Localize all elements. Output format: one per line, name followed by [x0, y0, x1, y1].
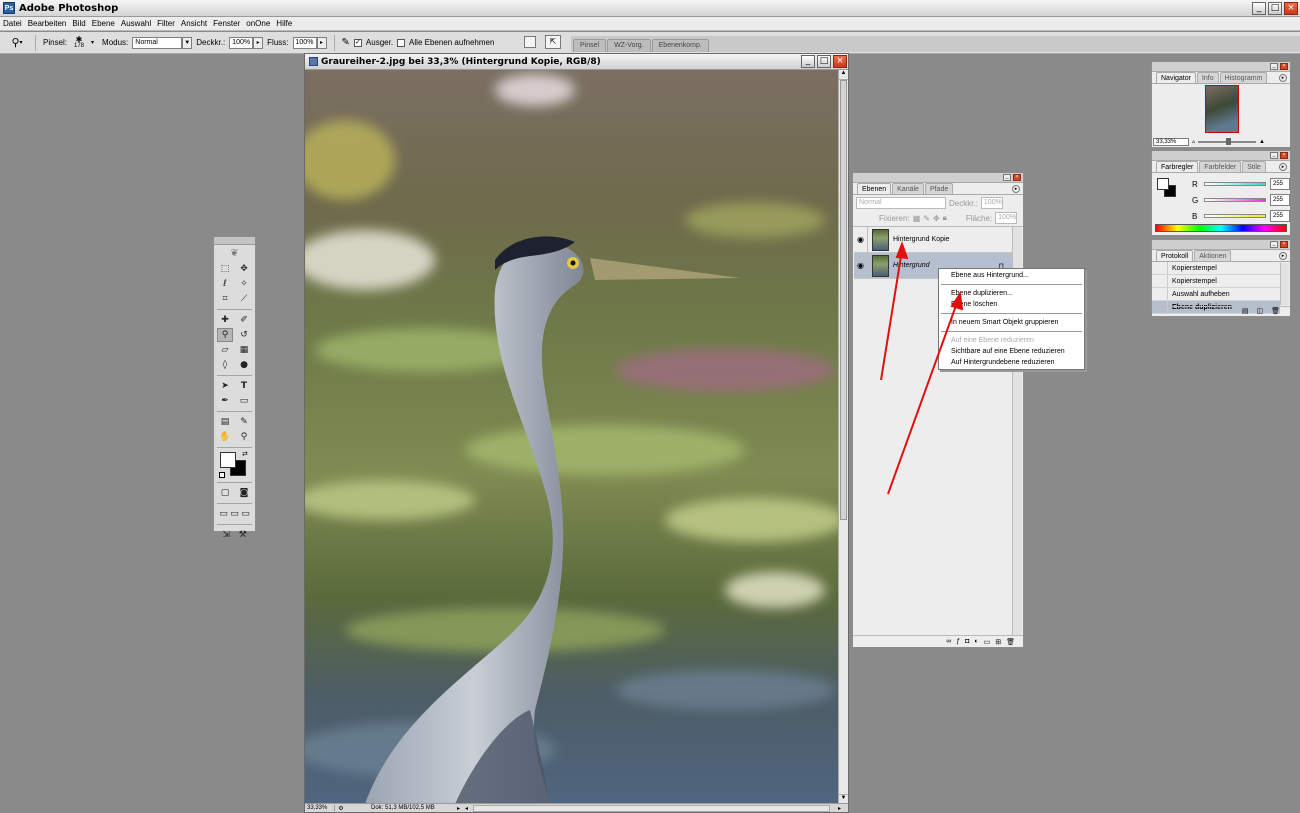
panel-close-button[interactable]: ×	[1280, 152, 1288, 159]
history-panel: _ × Protokoll Aktionen ▸ Kopierstempel K…	[1151, 239, 1291, 317]
stamp-icon	[1152, 262, 1168, 274]
slider-track-g[interactable]	[1204, 198, 1266, 202]
stamp-icon	[1152, 275, 1168, 287]
panel-menu-icon[interactable]: ▸	[1279, 163, 1287, 171]
panel-menu-icon[interactable]: ▸	[1279, 252, 1287, 260]
color-sliders: R 255 G 255 B 255	[1192, 176, 1290, 224]
panel-minimize-button[interactable]: _	[1270, 241, 1278, 248]
panel-menu-icon[interactable]: ▸	[1279, 74, 1287, 82]
panel-minimize-button[interactable]: _	[1270, 152, 1278, 159]
color-panel: _ × Farbregler Farbfelder Stile ▸ R 255 …	[1151, 150, 1291, 236]
history-item-label: Kopierstempel	[1172, 264, 1217, 272]
channel-label-r: R	[1192, 179, 1198, 189]
slider-track-b[interactable]	[1204, 214, 1266, 218]
navigator-zoom-slider-thumb[interactable]	[1226, 137, 1232, 145]
history-item[interactable]: Kopierstempel	[1152, 262, 1280, 275]
navigator-panel: _ × Navigator Info Histogramm ▸ 33,33% ▵…	[1151, 61, 1291, 148]
zoom-in-icon[interactable]: ▲	[1259, 139, 1265, 145]
panel-close-button[interactable]: ×	[1280, 63, 1288, 70]
delete-state-icon[interactable]: 🗑︎	[1271, 307, 1280, 316]
navigator-panel-tabs: Navigator Info Histogramm ▸	[1152, 72, 1290, 84]
navigator-zoom-slider[interactable]	[1198, 137, 1257, 145]
deselect-icon	[1152, 288, 1168, 300]
navigator-zoom-row: 33,33% ▵ ▲	[1153, 137, 1289, 146]
red-arrow	[880, 241, 909, 381]
tab-farbregler[interactable]: Farbregler	[1156, 161, 1199, 172]
history-item-label: Kopierstempel	[1172, 277, 1217, 285]
history-panel-tabs: Protokoll Aktionen ▸	[1152, 250, 1290, 262]
color-panel-tabs: Farbregler Farbfelder Stile ▸	[1152, 161, 1290, 173]
panel-minimize-button[interactable]: _	[1270, 63, 1278, 70]
tab-histogramm[interactable]: Histogramm	[1219, 72, 1268, 83]
foreground-color-swatch[interactable]	[220, 452, 236, 468]
channel-value-g[interactable]: 255	[1270, 194, 1290, 206]
tab-farbfelder[interactable]: Farbfelder	[1199, 161, 1242, 172]
slider-track-r[interactable]	[1204, 182, 1266, 186]
navigator-preview[interactable]	[1205, 85, 1239, 133]
history-item[interactable]: Kopierstempel	[1152, 275, 1280, 288]
new-snapshot-icon[interactable]: ◫	[1256, 307, 1263, 316]
slider-row-r: R 255	[1192, 176, 1290, 192]
panel-close-button[interactable]: ×	[1280, 241, 1288, 248]
channel-label-g: G	[1192, 195, 1199, 205]
tab-navigator[interactable]: Navigator	[1156, 72, 1196, 83]
tab-stile[interactable]: Stile	[1242, 161, 1266, 172]
zoom-out-icon[interactable]: ▵	[1192, 138, 1195, 145]
history-scrollbar[interactable]	[1280, 263, 1289, 305]
color-panel-header[interactable]: _ ×	[1152, 151, 1290, 161]
tab-protokoll[interactable]: Protokoll	[1156, 250, 1194, 261]
red-arrow	[887, 291, 964, 495]
navigator-panel-header[interactable]: _ ×	[1152, 62, 1290, 72]
channel-label-b: B	[1192, 211, 1198, 221]
tab-aktionen[interactable]: Aktionen	[1194, 250, 1232, 261]
color-fg-swatch[interactable]	[1157, 178, 1169, 190]
tab-info[interactable]: Info	[1196, 72, 1219, 83]
history-footer: ▤ ◫ 🗑︎	[1152, 306, 1290, 316]
annotation-arrows	[880, 241, 964, 495]
slider-row-b: B 255	[1192, 208, 1290, 224]
color-spectrum-bar[interactable]	[1155, 224, 1287, 232]
channel-value-r[interactable]: 255	[1270, 178, 1290, 190]
channel-value-b[interactable]: 255	[1270, 210, 1290, 222]
new-document-from-state-icon[interactable]: ▤	[1242, 307, 1249, 316]
navigator-zoom-input[interactable]: 33,33%	[1153, 137, 1189, 146]
history-item-label: Auswahl aufheben	[1172, 290, 1230, 298]
history-panel-header[interactable]: _ ×	[1152, 240, 1290, 250]
history-item[interactable]: Auswahl aufheben	[1152, 288, 1280, 301]
slider-row-g: G 255	[1192, 192, 1290, 208]
